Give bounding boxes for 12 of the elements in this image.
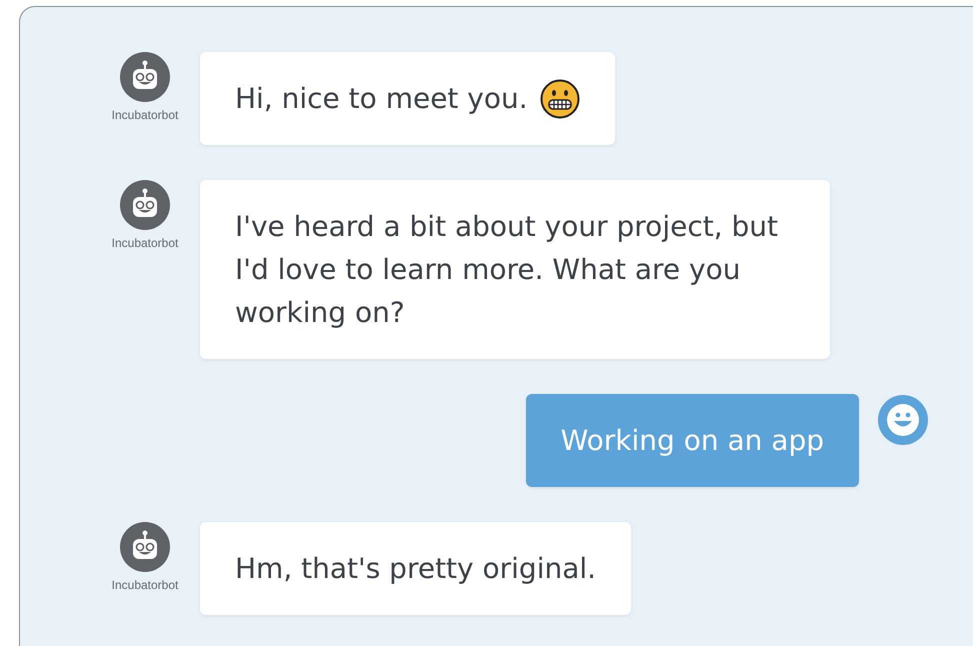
author-name: Incubatorbot (112, 108, 178, 122)
author-name: Incubatorbot (112, 578, 178, 592)
bot-message: I've heard a bit about your project, but I'd love to learn more. What are you working on? (200, 180, 830, 359)
robot-avatar-icon (120, 52, 170, 102)
grinning-face-icon (540, 78, 580, 118)
smiley-avatar-icon (878, 395, 928, 445)
robot-avatar-icon (120, 522, 170, 572)
robot-avatar-icon (120, 180, 170, 230)
user-message: Working on an app (526, 394, 859, 487)
bot-message: Hm, that's pretty original. (200, 522, 632, 615)
bot-message: Hi, nice to meet you. (200, 52, 615, 145)
author-name: Incubatorbot (112, 236, 178, 250)
